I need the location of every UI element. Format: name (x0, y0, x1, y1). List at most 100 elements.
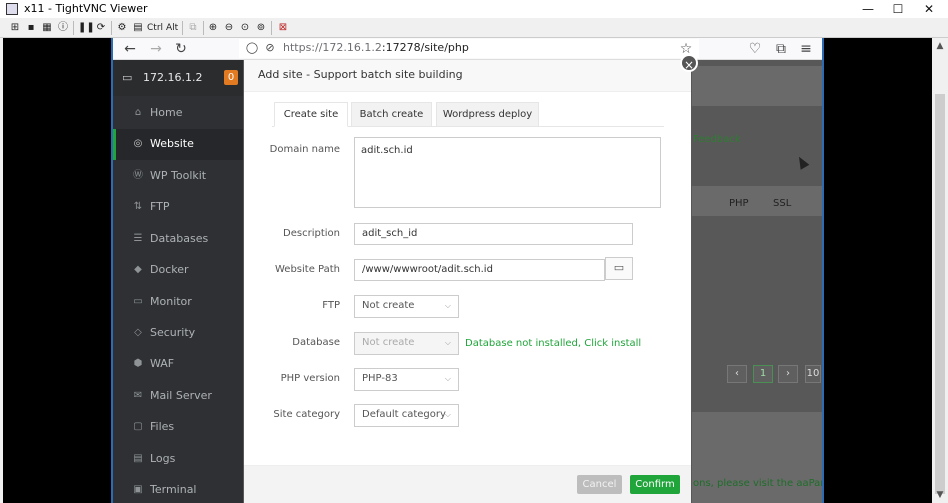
globe-icon: ◎ (133, 138, 143, 149)
domain-label: Domain name (269, 144, 340, 155)
zoom-out-icon[interactable]: ⊖ (222, 21, 236, 35)
footer-notice: ons, please visit the aaPanel Fo (693, 478, 822, 489)
extensions-icon[interactable]: ⧉ (772, 40, 790, 58)
scroll-down-icon[interactable]: ▼ (932, 487, 948, 503)
ctrl-key-button[interactable]: Ctrl (147, 21, 163, 35)
docker-icon: ◆ (134, 264, 142, 275)
wordpress-icon: Ⓦ (133, 170, 143, 181)
url-text[interactable]: https://172.16.1.2:17278/site/php (283, 41, 469, 54)
sidebar-item-wp-toolkit[interactable]: Ⓦ WP Toolkit (113, 161, 243, 192)
menu-icon[interactable]: ≡ (797, 40, 815, 58)
close-window-button[interactable]: ✕ (913, 0, 945, 18)
page-size[interactable]: 10 (805, 365, 821, 383)
mail-icon: ✉ (133, 390, 143, 401)
sidebar-item-logs[interactable]: ▤ Logs (113, 444, 243, 475)
ctrl-alt-del-icon[interactable]: ⚙ (115, 21, 129, 35)
chevron-down-icon: ⌵ (444, 410, 451, 419)
sidebar-item-mail-server[interactable]: ✉ Mail Server (113, 381, 243, 412)
tracking-shield-icon[interactable]: ◯ (243, 39, 261, 57)
address-bar[interactable]: ◯ ⊘ https://172.16.1.2:17278/site/php (239, 39, 699, 58)
site-category-label: Site category (273, 409, 340, 420)
sidebar-item-ftp[interactable]: ⇅ FTP (113, 192, 243, 223)
site-category-select[interactable]: Default category ⌵ (354, 404, 459, 427)
confirm-button[interactable]: Confirm (630, 475, 680, 494)
php-version-select[interactable]: PHP-83 ⌵ (354, 368, 459, 391)
sidebar-item-waf[interactable]: ⬢ WAF (113, 349, 243, 380)
prev-page-button[interactable]: ‹ (727, 365, 747, 383)
sidebar-item-monitor[interactable]: ▭ Monitor (113, 287, 243, 318)
close-dialog-icon[interactable]: × (680, 54, 698, 72)
refresh-icon[interactable]: ⟳ (94, 21, 108, 35)
tab-create-site[interactable]: Create site (274, 102, 348, 127)
info-icon[interactable]: ⓘ (56, 21, 70, 35)
forward-icon[interactable]: → (147, 40, 165, 58)
options-icon[interactable]: ▦ (40, 21, 54, 35)
cancel-button[interactable]: Cancel (577, 475, 622, 494)
ftp-select[interactable]: Not create ⌵ (354, 295, 459, 318)
scroll-up-icon[interactable]: ▲ (932, 38, 948, 54)
bg-table-header (692, 186, 822, 216)
description-input[interactable]: adit_sch_id (354, 223, 633, 245)
sidebar-item-home[interactable]: ⌂ Home (113, 98, 243, 129)
notification-badge[interactable]: 0 (224, 70, 238, 85)
ftp-label: FTP (322, 300, 340, 311)
domain-textarea[interactable]: adit.sch.id (354, 137, 661, 208)
browser-toolbar: ← → ↻ ◯ ⊘ https://172.16.1.2:17278/site/… (113, 38, 822, 60)
server-ip: 172.16.1.2 (143, 71, 203, 84)
vertical-scrollbar[interactable]: ▲ ▼ (932, 38, 948, 503)
zoom-in-icon[interactable]: ⊕ (206, 21, 220, 35)
database-label: Database (292, 337, 340, 348)
database-icon: ☰ (133, 233, 143, 244)
sidebar: ▭ 172.16.1.2 0 ⌂ Home ◎ Website Ⓦ WP Toolki… (113, 60, 243, 503)
bg-footer-panel (692, 412, 822, 503)
scroll-thumb[interactable] (935, 94, 945, 494)
column-php: PHP (729, 198, 749, 209)
column-ssl: SSL (773, 198, 792, 209)
home-icon: ⌂ (134, 107, 142, 118)
alt-key-button[interactable]: Alt (166, 21, 178, 35)
reload-icon[interactable]: ↻ (172, 40, 190, 58)
minimize-button[interactable]: — (852, 0, 884, 18)
zoom-100-icon[interactable]: ⊙ (238, 21, 252, 35)
feedback-link[interactable]: Feedback (693, 134, 741, 145)
website-path-input[interactable]: /www/wwwroot/adit.sch.id (354, 259, 605, 281)
sidebar-item-terminal[interactable]: ▣ Terminal (113, 475, 243, 503)
pocket-icon[interactable]: ♡ (746, 40, 764, 58)
waf-icon: ⬢ (133, 358, 143, 369)
tightvnc-window: x11 - TightVNC Viewer — ☐ ✕ ⊞ ▪ ▦ ⓘ ❚❚ ⟳… (0, 0, 948, 503)
current-page[interactable]: 1 (753, 365, 773, 383)
description-label: Description (283, 228, 340, 239)
back-icon[interactable]: ← (121, 40, 139, 58)
new-connection-icon[interactable]: ⊞ (8, 21, 22, 35)
fullscreen-icon[interactable]: ⊠ (276, 21, 290, 35)
chevron-down-icon: ⌵ (444, 374, 451, 383)
win-key-icon[interactable]: ▤ (131, 21, 145, 35)
server-header: ▭ 172.16.1.2 0 (113, 60, 243, 96)
lock-icon[interactable]: ⊘ (261, 39, 279, 57)
website-path-label: Website Path (274, 264, 340, 275)
sidebar-item-files[interactable]: ▢ Files (113, 412, 243, 443)
shield-icon: ◇ (134, 327, 142, 338)
zoom-fit-icon[interactable]: ⊚ (254, 21, 268, 35)
sidebar-item-website[interactable]: ◎ Website (113, 129, 243, 160)
next-page-button[interactable]: › (778, 365, 798, 383)
folder-icon: ▢ (133, 421, 143, 432)
tab-wordpress-deploy[interactable]: Wordpress deploy (436, 102, 539, 127)
ftp-icon: ⇅ (133, 201, 143, 212)
folder-icon[interactable]: ▭ (605, 257, 633, 280)
pause-icon[interactable]: ❚❚ (78, 21, 95, 35)
add-site-dialog: Add site - Support batch site building ×… (244, 54, 698, 503)
remote-browser-window: ← → ↻ ◯ ⊘ https://172.16.1.2:17278/site/… (111, 38, 824, 503)
save-icon[interactable]: ▪ (24, 21, 38, 35)
sidebar-item-security[interactable]: ◇ Security (113, 318, 243, 349)
tab-batch-create[interactable]: Batch create (351, 102, 432, 127)
database-install-link[interactable]: Database not installed, Click install (465, 338, 641, 349)
sidebar-item-docker[interactable]: ◆ Docker (113, 255, 243, 286)
window-titlebar: x11 - TightVNC Viewer — ☐ ✕ (0, 0, 948, 18)
maximize-button[interactable]: ☐ (882, 0, 914, 18)
vnc-toolbar: ⊞ ▪ ▦ ⓘ ❚❚ ⟳ ⚙ ▤ Ctrl Alt ⧉ ⊕ ⊖ ⊙ ⊚ ⊠ (0, 18, 948, 38)
chevron-down-icon: ⌵ (444, 301, 451, 310)
sidebar-item-databases[interactable]: ☰ Databases (113, 224, 243, 255)
transfer-icon[interactable]: ⧉ (186, 21, 200, 35)
monitor-icon: ▭ (133, 296, 143, 307)
